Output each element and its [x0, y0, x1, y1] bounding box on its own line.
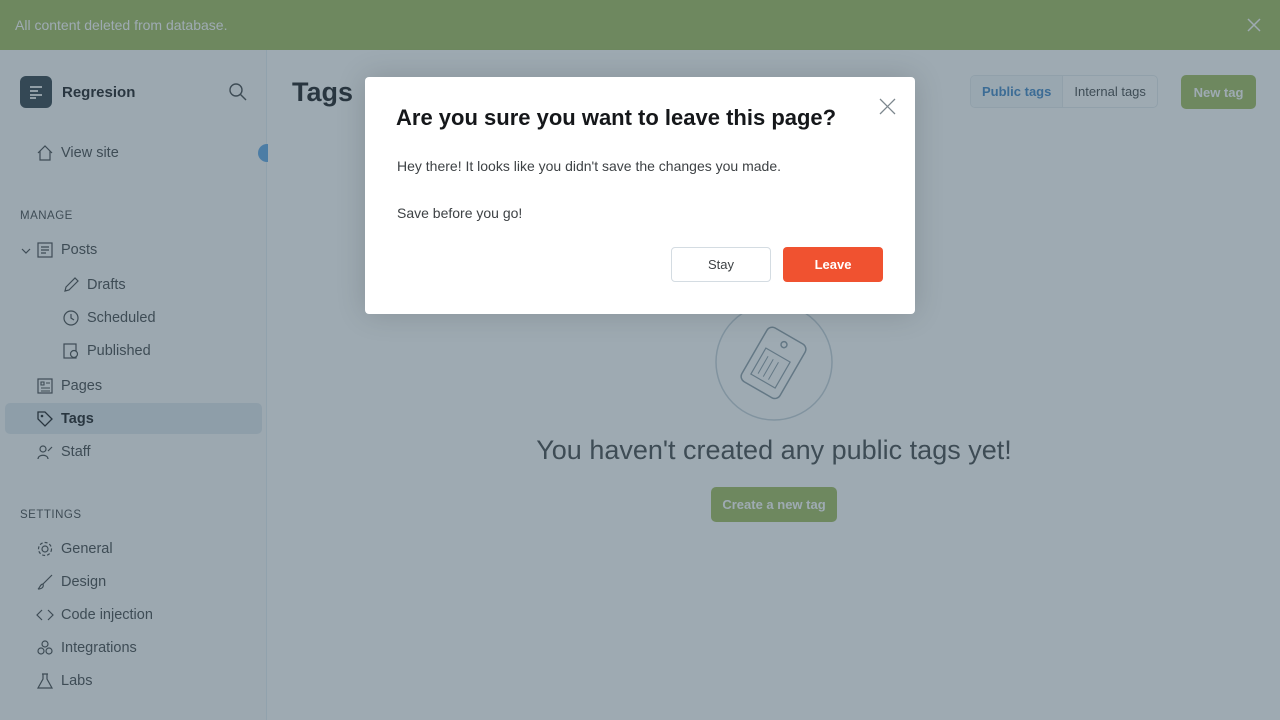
- modal-body-text: Hey there! It looks like you didn't save…: [397, 158, 782, 174]
- modal-title: Are you sure you want to leave this page…: [396, 105, 837, 130]
- leave-page-modal: Are you sure you want to leave this page…: [365, 77, 915, 314]
- close-icon[interactable]: [878, 97, 897, 116]
- leave-button[interactable]: Leave: [783, 247, 883, 282]
- modal-body-text-secondary: Save before you go!: [397, 205, 523, 221]
- stay-button[interactable]: Stay: [671, 247, 771, 282]
